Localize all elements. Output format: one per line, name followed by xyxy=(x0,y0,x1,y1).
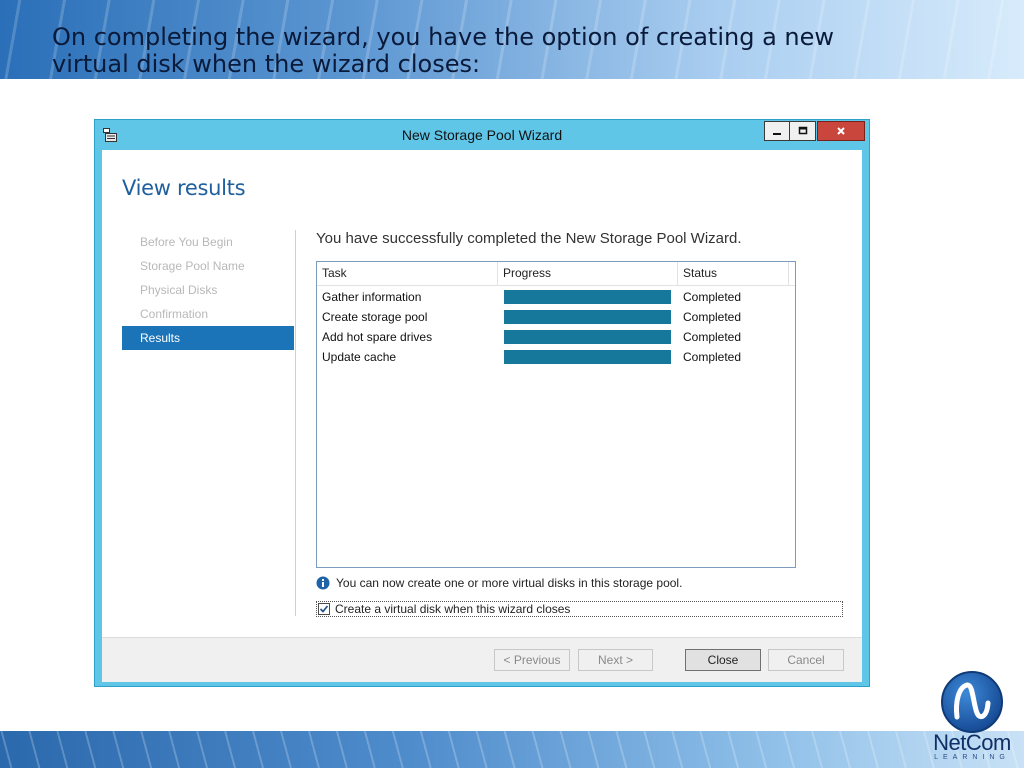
wizard-steps: Before You Begin Storage Pool Name Physi… xyxy=(122,230,294,350)
slide-title: On completing the wizard, you have the o… xyxy=(52,24,952,78)
minimize-icon xyxy=(773,133,781,135)
next-button[interactable]: Next > xyxy=(578,649,653,671)
progress-bar xyxy=(504,290,671,304)
task-cell: Gather information xyxy=(322,290,422,304)
task-cell: Update cache xyxy=(322,350,397,364)
step-physical-disks[interactable]: Physical Disks xyxy=(122,278,294,302)
task-cell: Create storage pool xyxy=(322,310,428,324)
step-before-you-begin[interactable]: Before You Begin xyxy=(122,230,294,254)
title-bar[interactable]: New Storage Pool Wizard xyxy=(95,120,869,150)
progress-fill xyxy=(504,290,671,304)
progress-fill xyxy=(504,310,671,324)
close-window-button[interactable] xyxy=(817,121,865,141)
bottom-banner xyxy=(0,731,1024,768)
maximize-icon xyxy=(798,126,807,135)
column-header-status[interactable]: Status xyxy=(678,262,789,285)
step-results[interactable]: Results xyxy=(122,326,294,350)
info-icon xyxy=(316,576,330,590)
table-row[interactable]: Add hot spare drives Completed xyxy=(317,327,795,347)
previous-button[interactable]: < Previous xyxy=(494,649,570,671)
progress-bar xyxy=(504,350,671,364)
create-virtual-disk-checkbox[interactable] xyxy=(318,603,330,615)
logo-emblem xyxy=(941,671,1003,733)
table-row[interactable]: Update cache Completed xyxy=(317,347,795,367)
page-heading: View results xyxy=(122,176,246,200)
task-cell: Add hot spare drives xyxy=(322,330,433,344)
progress-fill xyxy=(504,350,671,364)
create-virtual-disk-label[interactable]: Create a virtual disk when this wizard c… xyxy=(335,602,570,616)
minimize-button[interactable] xyxy=(764,121,790,141)
table-header: Task Progress Status xyxy=(317,262,795,286)
status-cell: Completed xyxy=(683,350,742,364)
progress-fill xyxy=(504,330,671,344)
cancel-button[interactable]: Cancel xyxy=(768,649,844,671)
column-header-progress[interactable]: Progress xyxy=(498,262,678,285)
info-message: You can now create one or more virtual d… xyxy=(316,574,682,592)
status-cell: Completed xyxy=(683,290,742,304)
checkmark-icon xyxy=(319,605,329,613)
results-table: Task Progress Status Gather information … xyxy=(316,261,796,568)
info-text: You can now create one or more virtual d… xyxy=(336,576,683,590)
step-confirmation[interactable]: Confirmation xyxy=(122,302,294,326)
table-row[interactable]: Gather information Completed xyxy=(317,287,795,307)
netcom-logo: NetCom LEARNING xyxy=(922,668,1022,768)
wizard-window: New Storage Pool Wizard View results Bef… xyxy=(94,119,870,687)
column-header-task[interactable]: Task xyxy=(317,262,498,285)
wizard-client-area: View results Before You Begin Storage Po… xyxy=(102,150,862,682)
slide-title-line-2: virtual disk when the wizard closes: xyxy=(52,50,481,78)
logo-subtitle: LEARNING xyxy=(934,754,1010,761)
progress-bar xyxy=(504,330,671,344)
logo-name: NetCom xyxy=(933,730,1011,755)
create-virtual-disk-option[interactable]: Create a virtual disk when this wizard c… xyxy=(316,601,843,617)
close-button[interactable]: Close xyxy=(685,649,761,671)
steps-divider xyxy=(295,230,296,616)
slide-title-line-1: On completing the wizard, you have the o… xyxy=(52,23,835,51)
status-cell: Completed xyxy=(683,330,742,344)
status-cell: Completed xyxy=(683,310,742,324)
table-row[interactable]: Create storage pool Completed xyxy=(317,307,795,327)
step-storage-pool-name[interactable]: Storage Pool Name xyxy=(122,254,294,278)
window-title: New Storage Pool Wizard xyxy=(401,127,563,143)
close-icon xyxy=(837,127,845,135)
success-message: You have successfully completed the New … xyxy=(316,230,742,247)
button-bar: < Previous Next > Close Cancel xyxy=(102,637,862,682)
progress-bar xyxy=(504,310,671,324)
maximize-button[interactable] xyxy=(790,121,816,141)
